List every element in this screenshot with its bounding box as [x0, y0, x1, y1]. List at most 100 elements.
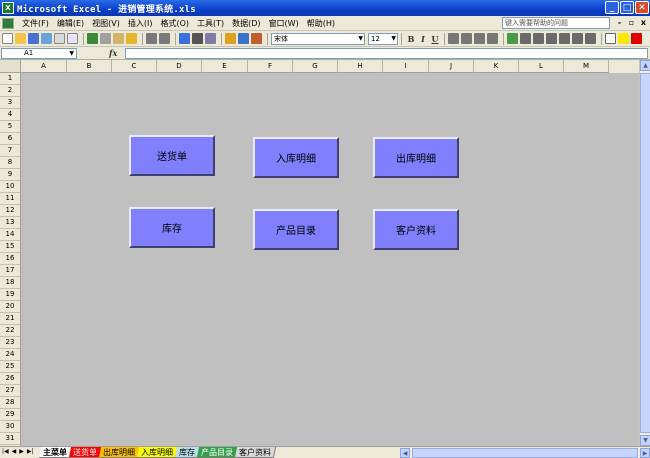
column-header[interactable]: K	[474, 60, 519, 73]
sheet-tab[interactable]: 主菜单	[38, 447, 73, 458]
column-header[interactable]: F	[248, 60, 293, 73]
menu-format[interactable]: 格式(O)	[156, 17, 193, 30]
sort-icon[interactable]	[205, 33, 216, 44]
menu-insert[interactable]: 插入(I)	[124, 17, 157, 30]
vertical-scrollbar[interactable]: ▲ ▼	[639, 60, 650, 446]
inventory-button[interactable]: 库存	[129, 207, 215, 248]
permission-icon[interactable]	[41, 33, 52, 44]
row-header[interactable]: 27	[0, 385, 20, 397]
undo-icon[interactable]	[146, 33, 157, 44]
new-icon[interactable]	[2, 33, 13, 44]
horizontal-scroll-thumb[interactable]	[412, 448, 638, 458]
row-header[interactable]: 18	[0, 277, 20, 289]
delivery-note-button[interactable]: 送货单	[129, 135, 215, 176]
excel-app-icon[interactable]: X	[2, 2, 14, 14]
decrease-decimal-icon[interactable]	[559, 33, 570, 44]
row-header[interactable]: 1	[0, 73, 20, 85]
sheet-tab[interactable]: 出库明细	[98, 447, 141, 458]
autosum-icon[interactable]	[192, 33, 203, 44]
first-sheet-icon[interactable]: |◀	[2, 448, 9, 455]
row-header[interactable]: 19	[0, 289, 20, 301]
row-header[interactable]: 21	[0, 313, 20, 325]
row-header[interactable]: 4	[0, 109, 20, 121]
font-name-select[interactable]: 宋体 ▼	[271, 32, 365, 45]
merge-center-icon[interactable]	[487, 33, 498, 44]
row-header[interactable]: 9	[0, 169, 20, 181]
minimize-button[interactable]: _	[605, 1, 619, 14]
font-color-icon[interactable]	[631, 33, 642, 44]
row-header[interactable]: 5	[0, 121, 20, 133]
row-header[interactable]: 12	[0, 205, 20, 217]
currency-icon[interactable]	[507, 33, 518, 44]
print-icon[interactable]	[54, 33, 65, 44]
column-header[interactable]: C	[112, 60, 157, 73]
sheet-tab[interactable]: 入库明细	[136, 447, 179, 458]
workbook-icon[interactable]	[2, 17, 14, 29]
prev-sheet-icon[interactable]: ◀	[12, 448, 17, 455]
align-right-icon[interactable]	[474, 33, 485, 44]
spelling-icon[interactable]	[87, 33, 98, 44]
row-header[interactable]: 3	[0, 97, 20, 109]
column-header[interactable]: I	[383, 60, 429, 73]
row-header[interactable]: 24	[0, 349, 20, 361]
paste-icon[interactable]	[113, 33, 124, 44]
close-button[interactable]: ✕	[635, 1, 649, 14]
redo-icon[interactable]	[159, 33, 170, 44]
column-header[interactable]: M	[564, 60, 609, 73]
help-search-input[interactable]: 键入需要帮助的问题	[502, 17, 610, 29]
fill-color-icon[interactable]	[618, 33, 629, 44]
menu-data[interactable]: 数据(D)	[228, 17, 264, 30]
align-center-icon[interactable]	[461, 33, 472, 44]
row-header[interactable]: 22	[0, 325, 20, 337]
row-header[interactable]: 7	[0, 145, 20, 157]
select-all-corner[interactable]	[0, 60, 21, 73]
column-header[interactable]: B	[67, 60, 112, 73]
format-painter-icon[interactable]	[126, 33, 137, 44]
percent-icon[interactable]	[520, 33, 531, 44]
formula-input[interactable]	[125, 47, 648, 59]
column-header[interactable]: D	[157, 60, 202, 73]
row-header[interactable]: 15	[0, 241, 20, 253]
scroll-left-icon[interactable]: ◀	[400, 448, 410, 458]
decrease-indent-icon[interactable]	[572, 33, 583, 44]
menu-window[interactable]: 窗口(W)	[265, 17, 303, 30]
cut-icon[interactable]	[100, 33, 111, 44]
row-header[interactable]: 14	[0, 229, 20, 241]
vertical-scroll-thumb[interactable]	[640, 73, 650, 433]
stock-in-button[interactable]: 入库明细	[253, 137, 339, 178]
menu-view[interactable]: 视图(V)	[88, 17, 124, 30]
scroll-up-icon[interactable]: ▲	[640, 60, 650, 71]
scroll-right-icon[interactable]: ▶	[640, 448, 650, 458]
open-icon[interactable]	[15, 33, 26, 44]
row-header[interactable]: 17	[0, 265, 20, 277]
row-header[interactable]: 10	[0, 181, 20, 193]
sheet-tab[interactable]: 客户资料	[234, 447, 277, 458]
column-header[interactable]: J	[429, 60, 474, 73]
column-header[interactable]: H	[338, 60, 383, 73]
horizontal-scrollbar[interactable]: ◀ ▶	[400, 448, 650, 458]
column-header[interactable]: E	[202, 60, 248, 73]
worksheet-area[interactable]: 送货单 入库明细 出库明细 库存 产品目录 客户资料	[21, 73, 639, 446]
row-header[interactable]: 28	[0, 397, 20, 409]
row-header[interactable]: 13	[0, 217, 20, 229]
increase-indent-icon[interactable]	[585, 33, 596, 44]
next-sheet-icon[interactable]: ▶	[19, 448, 24, 455]
row-header[interactable]: 11	[0, 193, 20, 205]
chart-wizard-icon[interactable]	[225, 33, 236, 44]
underline-button[interactable]: U	[429, 34, 441, 44]
column-header[interactable]: A	[21, 60, 67, 73]
doc-close-button[interactable]: x	[639, 18, 648, 27]
stock-out-button[interactable]: 出库明细	[373, 137, 459, 178]
row-header[interactable]: 29	[0, 409, 20, 421]
fx-icon[interactable]: fx	[109, 48, 117, 58]
scroll-down-icon[interactable]: ▼	[640, 435, 650, 446]
doc-restore-button[interactable]: ▫	[627, 18, 636, 27]
help-icon[interactable]	[238, 33, 249, 44]
menu-edit[interactable]: 编辑(E)	[53, 17, 88, 30]
increase-decimal-icon[interactable]	[546, 33, 557, 44]
customer-info-button[interactable]: 客户资料	[373, 209, 459, 250]
doc-minimize-button[interactable]: -	[615, 18, 624, 27]
row-header[interactable]: 2	[0, 85, 20, 97]
print-preview-icon[interactable]	[67, 33, 78, 44]
comma-icon[interactable]	[533, 33, 544, 44]
